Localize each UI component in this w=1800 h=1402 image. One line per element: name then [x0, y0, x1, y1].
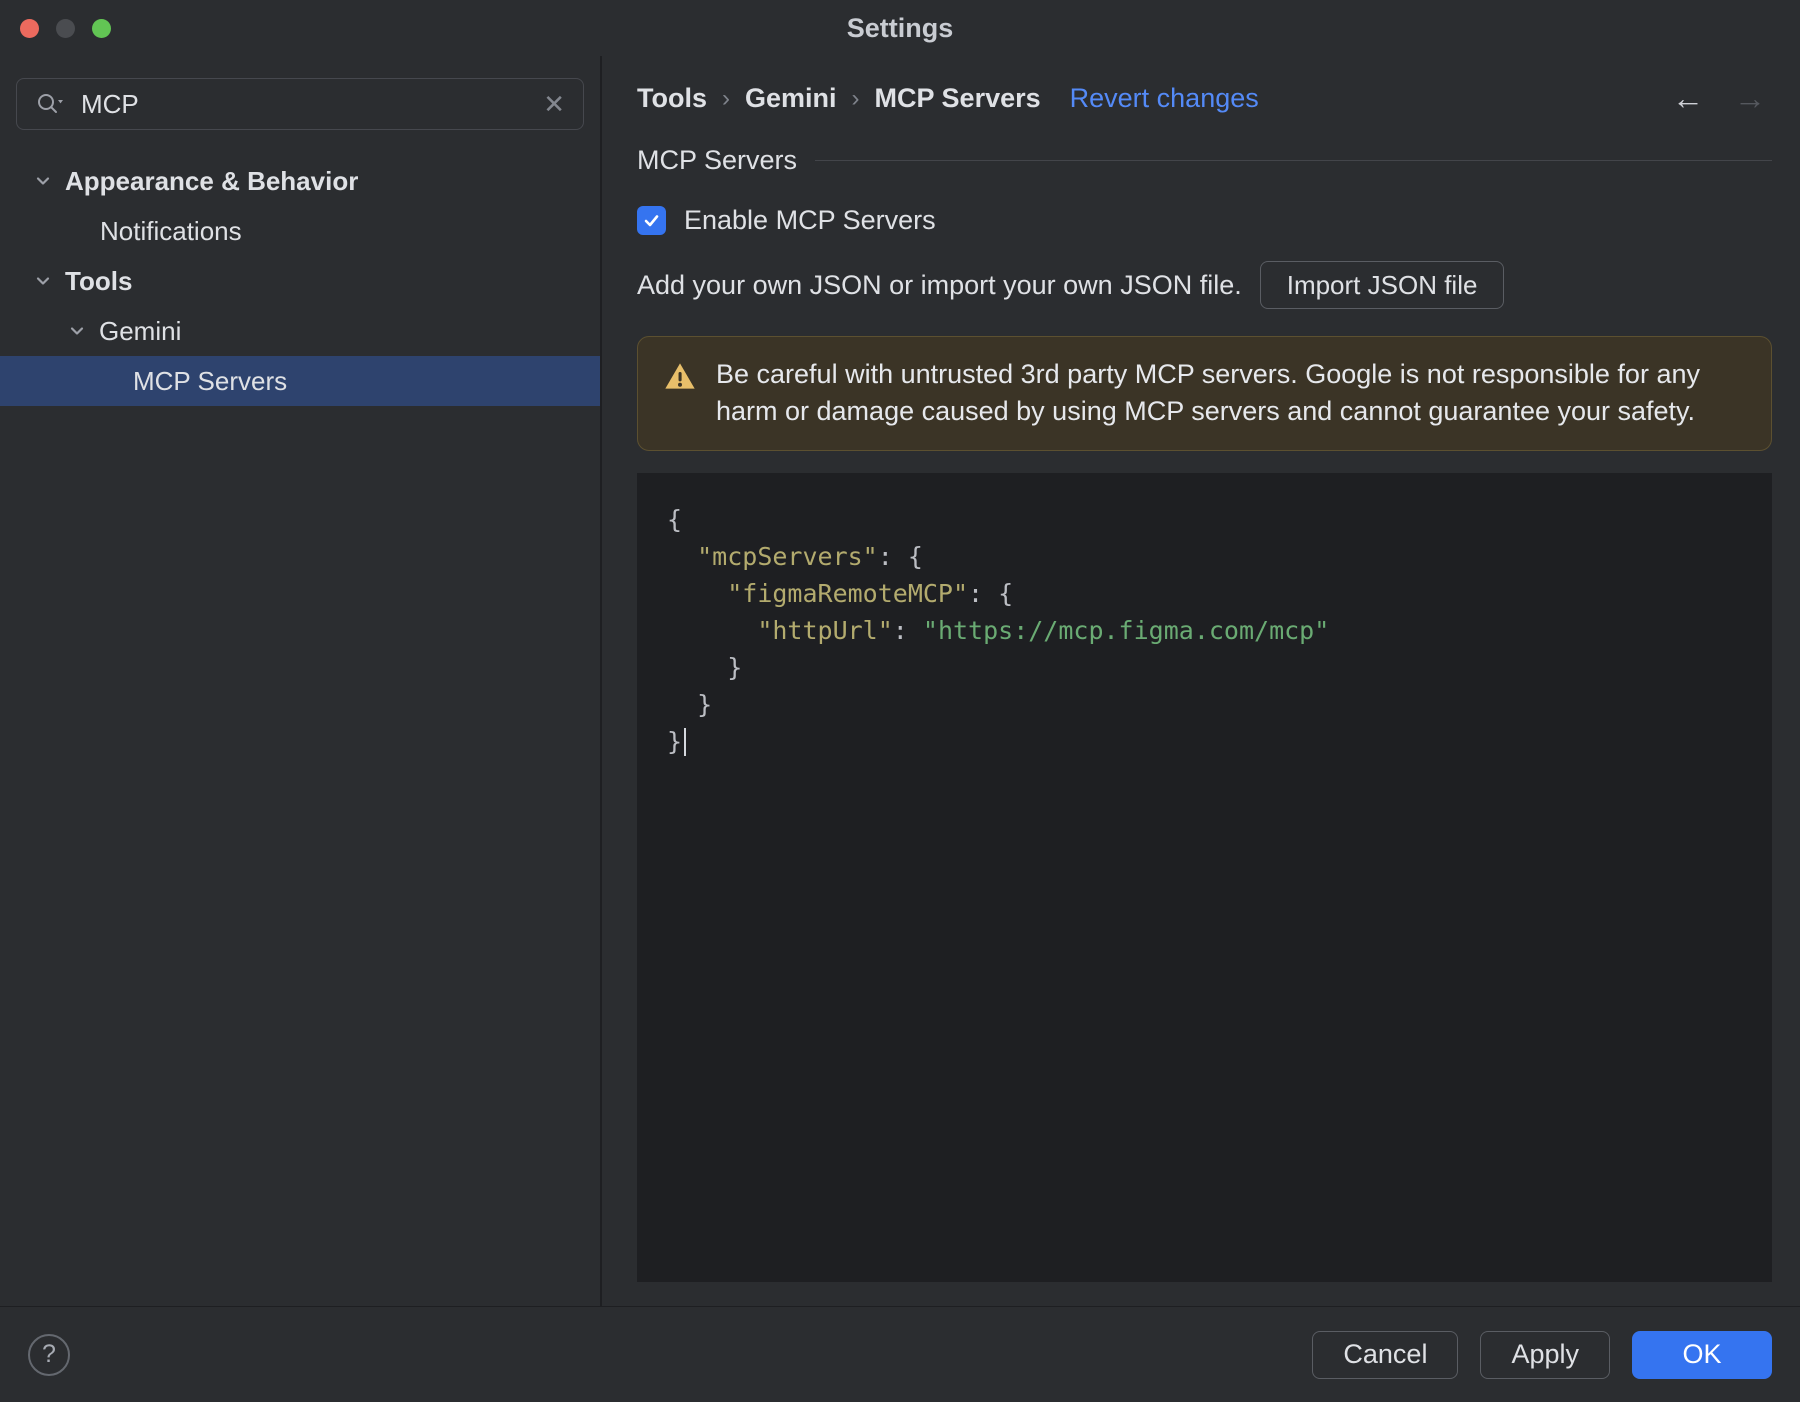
sidebar-item-label: Gemini [99, 315, 182, 346]
close-window-button[interactable] [20, 18, 39, 38]
sidebar-item-label: Appearance & Behavior [65, 165, 359, 196]
code-token: : [892, 615, 923, 645]
warning-text: Be careful with untrusted 3rd party MCP … [716, 359, 1700, 427]
code-line: } [667, 686, 1742, 723]
help-button[interactable]: ? [28, 1333, 70, 1376]
import-json-button[interactable]: Import JSON file [1259, 261, 1505, 309]
breadcrumb-separator: › [851, 85, 860, 112]
back-arrow-icon[interactable]: ← [1672, 80, 1704, 117]
forward-arrow-icon: → [1734, 79, 1766, 116]
sidebar-item-label: MCP Servers [133, 365, 288, 396]
checkmark-icon [642, 211, 661, 230]
sidebar-item-gemini[interactable]: Gemini [0, 306, 600, 356]
section-title: MCP Servers [637, 144, 798, 175]
section-header: MCP Servers [637, 140, 1772, 180]
sidebar-item-mcp-servers[interactable]: MCP Servers [0, 356, 600, 406]
zoom-window-button[interactable] [92, 18, 111, 38]
code-line: } [667, 649, 1742, 686]
chevron-down-icon[interactable] [64, 318, 90, 344]
code-editor[interactable]: { "mcpServers": { "figmaRemoteMCP": { "h… [637, 472, 1772, 1282]
chevron-down-icon[interactable] [30, 168, 56, 194]
history-navigation: ← → [1672, 80, 1772, 117]
search-icon [35, 91, 65, 117]
window-controls [20, 0, 111, 56]
import-json-row: Add your own JSON or import your own JSO… [637, 256, 1772, 314]
import-json-text: Add your own JSON or import your own JSO… [637, 269, 1242, 300]
code-token: } [697, 689, 713, 719]
breadcrumb-item-mcp-servers: MCP Servers [874, 82, 1041, 113]
code-token: "figmaRemoteMCP" [727, 578, 969, 608]
settings-search-field[interactable]: ✕ [16, 78, 584, 130]
warning-icon [664, 361, 696, 391]
settings-sidebar: ✕ Appearance & Behavior Notifications To… [0, 56, 600, 1306]
breadcrumb-item-gemini[interactable]: Gemini [745, 83, 837, 114]
enable-mcp-checkbox[interactable] [637, 205, 666, 235]
code-token: : { [968, 578, 1014, 608]
breadcrumb: Tools › Gemini › MCP Servers Revert chan… [637, 72, 1772, 124]
section-divider [815, 159, 1772, 161]
code-line: "mcpServers": { [667, 538, 1742, 575]
code-token: } [667, 726, 683, 756]
sidebar-item-appearance-behavior[interactable]: Appearance & Behavior [0, 156, 600, 206]
apply-button[interactable]: Apply [1480, 1330, 1610, 1379]
code-line: } [667, 723, 1742, 760]
settings-main-panel: Tools › Gemini › MCP Servers Revert chan… [602, 56, 1800, 1306]
minimize-window-button[interactable] [56, 18, 75, 38]
enable-mcp-row: Enable MCP Servers [637, 194, 1772, 246]
breadcrumb-separator: › [722, 85, 730, 112]
chevron-down-icon[interactable] [30, 268, 56, 294]
cancel-button[interactable]: Cancel [1312, 1330, 1459, 1379]
sidebar-item-label: Notifications [100, 215, 242, 246]
code-token: "httpUrl" [757, 615, 893, 645]
code-token: : { [877, 541, 923, 571]
revert-changes-link[interactable]: Revert changes [1070, 83, 1259, 114]
code-token: "https://mcp.figma.com/mcp" [922, 615, 1330, 645]
sidebar-item-label: Tools [65, 265, 133, 296]
code-line: "figmaRemoteMCP": { [667, 575, 1742, 612]
question-mark-icon: ? [42, 1340, 56, 1368]
sidebar-item-notifications[interactable]: Notifications [0, 206, 600, 256]
title-bar: Settings [0, 0, 1800, 56]
clear-search-icon[interactable]: ✕ [543, 91, 565, 117]
settings-tree: Appearance & Behavior Notifications Tool… [0, 156, 600, 406]
ok-button[interactable]: OK [1632, 1330, 1772, 1379]
window-title: Settings [846, 12, 954, 43]
code-token: } [727, 652, 743, 682]
footer-buttons: Cancel Apply OK [1312, 1330, 1772, 1379]
breadcrumb-item-tools[interactable]: Tools [637, 83, 707, 114]
code-line: { [667, 501, 1742, 538]
sidebar-item-tools[interactable]: Tools [0, 256, 600, 306]
code-token: "mcpServers" [697, 541, 878, 571]
code-line: "httpUrl": "https://mcp.figma.com/mcp" [667, 612, 1742, 649]
dialog-footer: ? Cancel Apply OK [0, 1306, 1800, 1402]
code-token: { [667, 504, 683, 534]
text-cursor [684, 727, 687, 756]
enable-mcp-label[interactable]: Enable MCP Servers [684, 205, 936, 236]
warning-banner: Be careful with untrusted 3rd party MCP … [637, 336, 1772, 451]
search-input[interactable] [79, 87, 530, 121]
